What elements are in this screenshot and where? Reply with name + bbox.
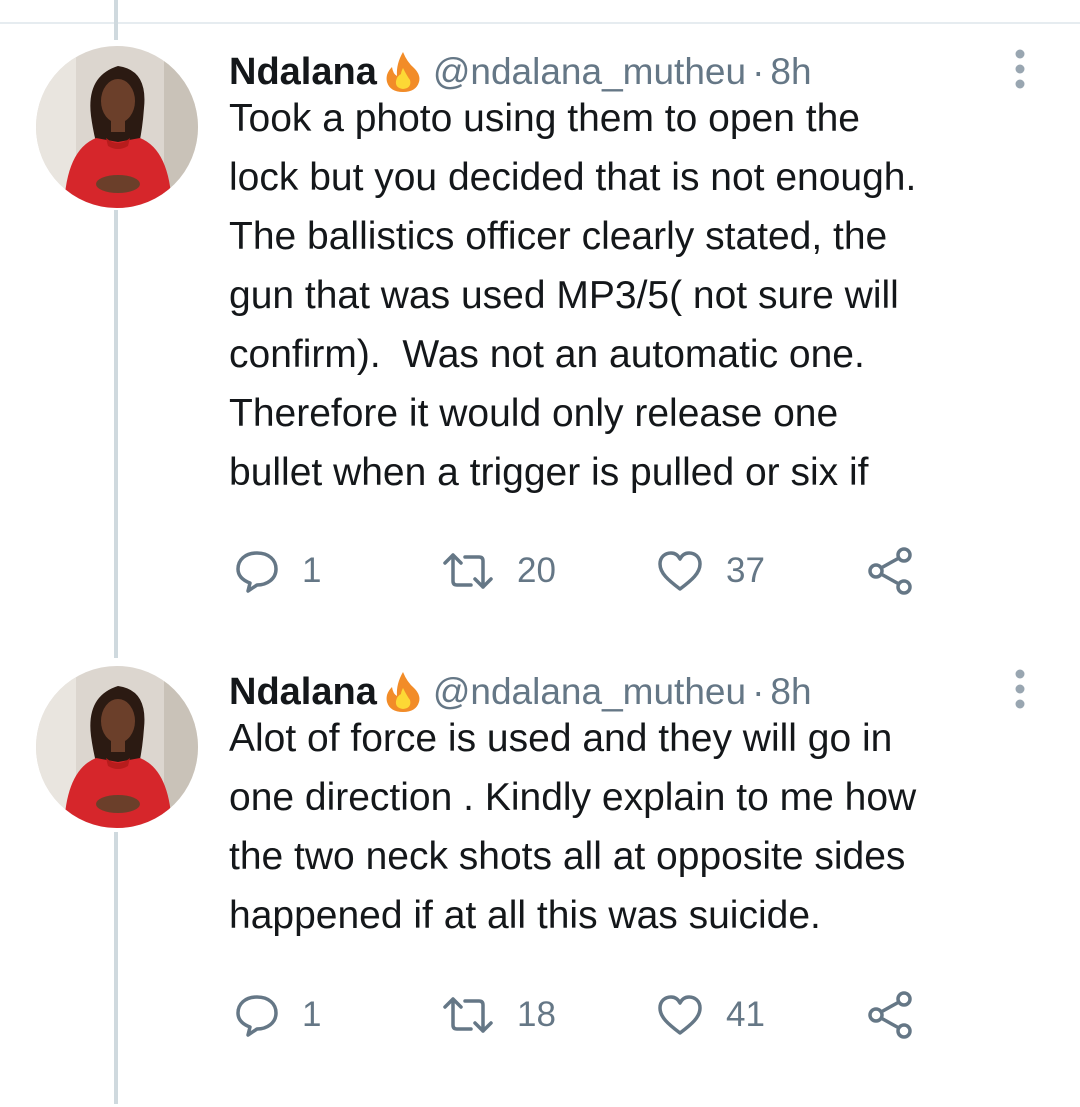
more-options-icon[interactable] [1010, 48, 1030, 92]
like-count: 41 [726, 995, 765, 1034]
like-button[interactable]: 37 [656, 546, 765, 596]
avatar[interactable] [36, 666, 198, 828]
like-count: 37 [726, 551, 765, 590]
reply-button[interactable]: 1 [234, 990, 321, 1040]
separator-dot: · [752, 51, 765, 92]
separator-dot: · [752, 671, 765, 712]
share-icon [868, 991, 912, 1039]
like-button[interactable]: 41 [656, 990, 765, 1040]
share-button[interactable] [866, 546, 916, 596]
reply-icon [236, 995, 278, 1037]
thread-line-top [114, 0, 118, 40]
tweet-actions: 1 18 41 [229, 990, 1029, 1040]
tweet[interactable]: Ndalana @ndalana_mutheu · 8h Alot of for… [0, 662, 1080, 1062]
tweet-actions: 1 20 37 [229, 546, 1029, 596]
retweet-icon [443, 553, 493, 589]
user-handle[interactable]: @ndalana_mutheu [433, 671, 746, 713]
heart-icon [658, 551, 702, 591]
fire-icon [383, 670, 423, 714]
display-name[interactable]: Ndalana [229, 671, 377, 714]
avatar[interactable] [36, 46, 198, 208]
timestamp[interactable]: 8h [770, 671, 811, 713]
tweet[interactable]: Ndalana @ndalana_mutheu · 8h Took a phot… [0, 42, 1080, 602]
fire-icon [383, 50, 423, 94]
reply-count: 1 [302, 995, 322, 1034]
top-divider [0, 22, 1080, 24]
tweet-text: Alot of force is used and they will go i… [229, 717, 917, 937]
tweet-text: Took a photo using them to open the lock… [229, 97, 917, 494]
retweet-button[interactable]: 18 [441, 990, 556, 1040]
display-name[interactable]: Ndalana [229, 51, 377, 94]
reply-icon [236, 551, 278, 593]
reply-button[interactable]: 1 [234, 546, 321, 596]
retweet-count: 20 [517, 551, 556, 590]
retweet-button[interactable]: 20 [441, 546, 556, 596]
share-button[interactable] [866, 990, 916, 1040]
heart-icon [658, 995, 702, 1035]
reply-count: 1 [302, 551, 322, 590]
user-handle[interactable]: @ndalana_mutheu [433, 51, 746, 93]
timestamp[interactable]: 8h [770, 51, 811, 93]
share-icon [868, 547, 912, 595]
retweet-icon [443, 997, 493, 1033]
more-options-icon[interactable] [1010, 668, 1030, 712]
retweet-count: 18 [517, 995, 556, 1034]
